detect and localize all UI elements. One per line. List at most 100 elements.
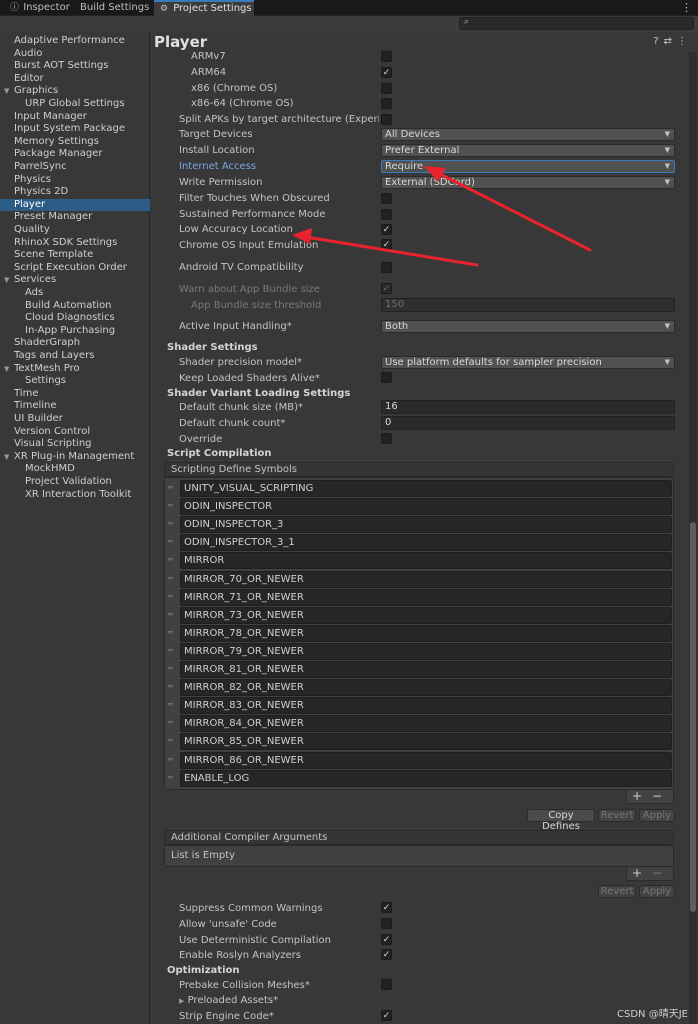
drag-handle-icon[interactable]: ═ (168, 537, 173, 546)
nav-item-project-validation[interactable]: Project Validation (0, 476, 150, 488)
deterministic-compilation-checkbox[interactable]: ✓ (381, 934, 392, 945)
nav-item-editor[interactable]: Editor (0, 73, 150, 85)
chunk-count-field[interactable]: 0 (381, 416, 675, 430)
define-symbol-field[interactable]: MIRROR_81_OR_NEWER (180, 661, 672, 678)
drag-handle-icon[interactable]: ═ (168, 628, 173, 637)
nav-item-burst-aot-settings[interactable]: Burst AOT Settings (0, 60, 150, 72)
tab-inspector[interactable]: ⓘ Inspector (4, 0, 74, 16)
help-icon[interactable]: ? (653, 36, 663, 47)
nav-item-urp-global-settings[interactable]: URP Global Settings (0, 98, 150, 110)
arch-x86-checkbox[interactable] (381, 83, 392, 94)
define-symbol-field[interactable]: MIRROR_83_OR_NEWER (180, 697, 672, 714)
nav-item-ads[interactable]: Ads (0, 287, 150, 299)
nav-item-preset-manager[interactable]: Preset Manager (0, 211, 150, 223)
drag-handle-icon[interactable]: ═ (168, 682, 173, 691)
drag-handle-icon[interactable]: ═ (168, 574, 173, 583)
nav-item-audio[interactable]: Audio (0, 48, 150, 60)
low-accuracy-location-checkbox[interactable]: ✓ (381, 224, 392, 235)
define-symbol-field[interactable]: ODIN_INSPECTOR (180, 498, 672, 515)
vertical-scrollbar[interactable] (689, 52, 697, 1024)
nav-item-version-control[interactable]: Version Control (0, 426, 150, 438)
define-symbol-field[interactable]: MIRROR_86_OR_NEWER (180, 752, 672, 769)
nav-item-graphics[interactable]: ▼Graphics (0, 85, 150, 97)
define-symbol-field[interactable]: MIRROR_79_OR_NEWER (180, 643, 672, 660)
nav-item-script-execution-order[interactable]: Script Execution Order (0, 262, 150, 274)
foldout-arrow-icon[interactable]: ▼ (4, 274, 9, 286)
scrollbar-thumb[interactable] (690, 522, 696, 912)
nav-item-package-manager[interactable]: Package Manager (0, 148, 150, 160)
nav-item-timeline[interactable]: Timeline (0, 400, 150, 412)
nav-item-time[interactable]: Time (0, 388, 150, 400)
nav-item-in-app-purchasing[interactable]: In-App Purchasing (0, 325, 150, 337)
add-symbol-button[interactable]: + (632, 789, 642, 803)
filter-touches-checkbox[interactable] (381, 193, 392, 204)
input-handling-dropdown[interactable]: Both▼ (381, 320, 675, 333)
target-devices-dropdown[interactable]: All Devices▼ (381, 128, 675, 141)
chrome-os-input-checkbox[interactable]: ✓ (381, 239, 392, 250)
shader-precision-dropdown[interactable]: Use platform defaults for sampler precis… (381, 356, 675, 369)
drag-handle-icon[interactable]: ═ (168, 592, 173, 601)
copy-defines-button[interactable]: Copy Defines (527, 809, 595, 822)
nav-item-build-automation[interactable]: Build Automation (0, 300, 150, 312)
nav-item-ui-builder[interactable]: UI Builder (0, 413, 150, 425)
drag-handle-icon[interactable]: ═ (168, 755, 173, 764)
drag-handle-icon[interactable]: ═ (168, 519, 173, 528)
keep-shaders-checkbox[interactable] (381, 372, 392, 383)
more-options-icon[interactable]: ⋮ (681, 1, 692, 14)
foldout-arrow-icon[interactable]: ▼ (4, 85, 9, 97)
drag-handle-icon[interactable]: ═ (168, 555, 173, 564)
foldout-arrow-icon[interactable]: ▼ (4, 451, 9, 463)
define-symbol-field[interactable]: MIRROR_85_OR_NEWER (180, 733, 672, 750)
drag-handle-icon[interactable]: ═ (168, 718, 173, 727)
preset-icon[interactable]: ⇄ (664, 36, 677, 47)
define-symbol-field[interactable]: MIRROR (180, 552, 672, 569)
define-symbol-field[interactable]: MIRROR_70_OR_NEWER (180, 571, 672, 588)
nav-item-physics-2d[interactable]: Physics 2D (0, 186, 150, 198)
nav-item-scene-template[interactable]: Scene Template (0, 249, 150, 261)
override-checkbox[interactable] (381, 433, 392, 444)
install-location-dropdown[interactable]: Prefer External▼ (381, 144, 675, 157)
define-symbol-field[interactable]: ENABLE_LOG (180, 770, 672, 787)
nav-item-quality[interactable]: Quality (0, 224, 150, 236)
search-input[interactable]: ⌕ (459, 17, 694, 30)
nav-item-services[interactable]: ▼Services (0, 274, 150, 286)
internet-access-dropdown[interactable]: Require▼ (381, 160, 675, 173)
nav-item-adaptive-performance[interactable]: Adaptive Performance (0, 35, 150, 47)
nav-item-memory-settings[interactable]: Memory Settings (0, 136, 150, 148)
nav-item-input-manager[interactable]: Input Manager (0, 111, 150, 123)
strip-engine-checkbox[interactable]: ✓ (381, 1010, 392, 1021)
drag-handle-icon[interactable]: ═ (168, 610, 173, 619)
drag-handle-icon[interactable]: ═ (168, 773, 173, 782)
nav-item-mockhmd[interactable]: MockHMD (0, 463, 150, 475)
define-symbol-field[interactable]: MIRROR_78_OR_NEWER (180, 625, 672, 642)
nav-item-xr-plug-in-management[interactable]: ▼XR Plug-in Management (0, 451, 150, 463)
define-symbol-field[interactable]: UNITY_VISUAL_SCRIPTING (180, 480, 672, 497)
define-symbol-field[interactable]: MIRROR_84_OR_NEWER (180, 715, 672, 732)
nav-item-textmesh-pro[interactable]: ▼TextMesh Pro (0, 363, 150, 375)
suppress-warnings-checkbox[interactable]: ✓ (381, 902, 392, 913)
arch-x86-64-checkbox[interactable] (381, 98, 392, 109)
preloaded-assets-foldout[interactable]: ▶ Preloaded Assets* (179, 995, 278, 1006)
foldout-arrow-icon[interactable]: ▼ (4, 363, 9, 375)
define-symbol-field[interactable]: MIRROR_71_OR_NEWER (180, 589, 672, 606)
chunk-size-field[interactable]: 16 (381, 400, 675, 414)
remove-symbol-button[interactable]: − (652, 789, 662, 803)
drag-handle-icon[interactable]: ═ (168, 501, 173, 510)
prebake-checkbox[interactable] (381, 979, 392, 990)
nav-item-settings[interactable]: Settings (0, 375, 150, 387)
split-apks-checkbox[interactable] (381, 114, 392, 125)
drag-handle-icon[interactable]: ═ (168, 483, 173, 492)
nav-item-cloud-diagnostics[interactable]: Cloud Diagnostics (0, 312, 150, 324)
android-tv-checkbox[interactable] (381, 262, 392, 273)
define-symbol-field[interactable]: ODIN_INSPECTOR_3 (180, 516, 672, 533)
define-symbol-field[interactable]: MIRROR_73_OR_NEWER (180, 607, 672, 624)
write-permission-dropdown[interactable]: External (SDCard)▼ (381, 176, 675, 189)
nav-item-tags-and-layers[interactable]: Tags and Layers (0, 350, 150, 362)
unsafe-code-checkbox[interactable] (381, 918, 392, 929)
tab-build-settings[interactable]: Build Settings (74, 0, 154, 16)
arch-arm64-checkbox[interactable]: ✓ (381, 67, 392, 78)
nav-item-rhinox-sdk-settings[interactable]: RhinoX SDK Settings (0, 237, 150, 249)
nav-item-visual-scripting[interactable]: Visual Scripting (0, 438, 150, 450)
nav-item-player[interactable]: Player (0, 199, 150, 211)
tab-project-settings[interactable]: ⚙ Project Settings (154, 0, 254, 16)
